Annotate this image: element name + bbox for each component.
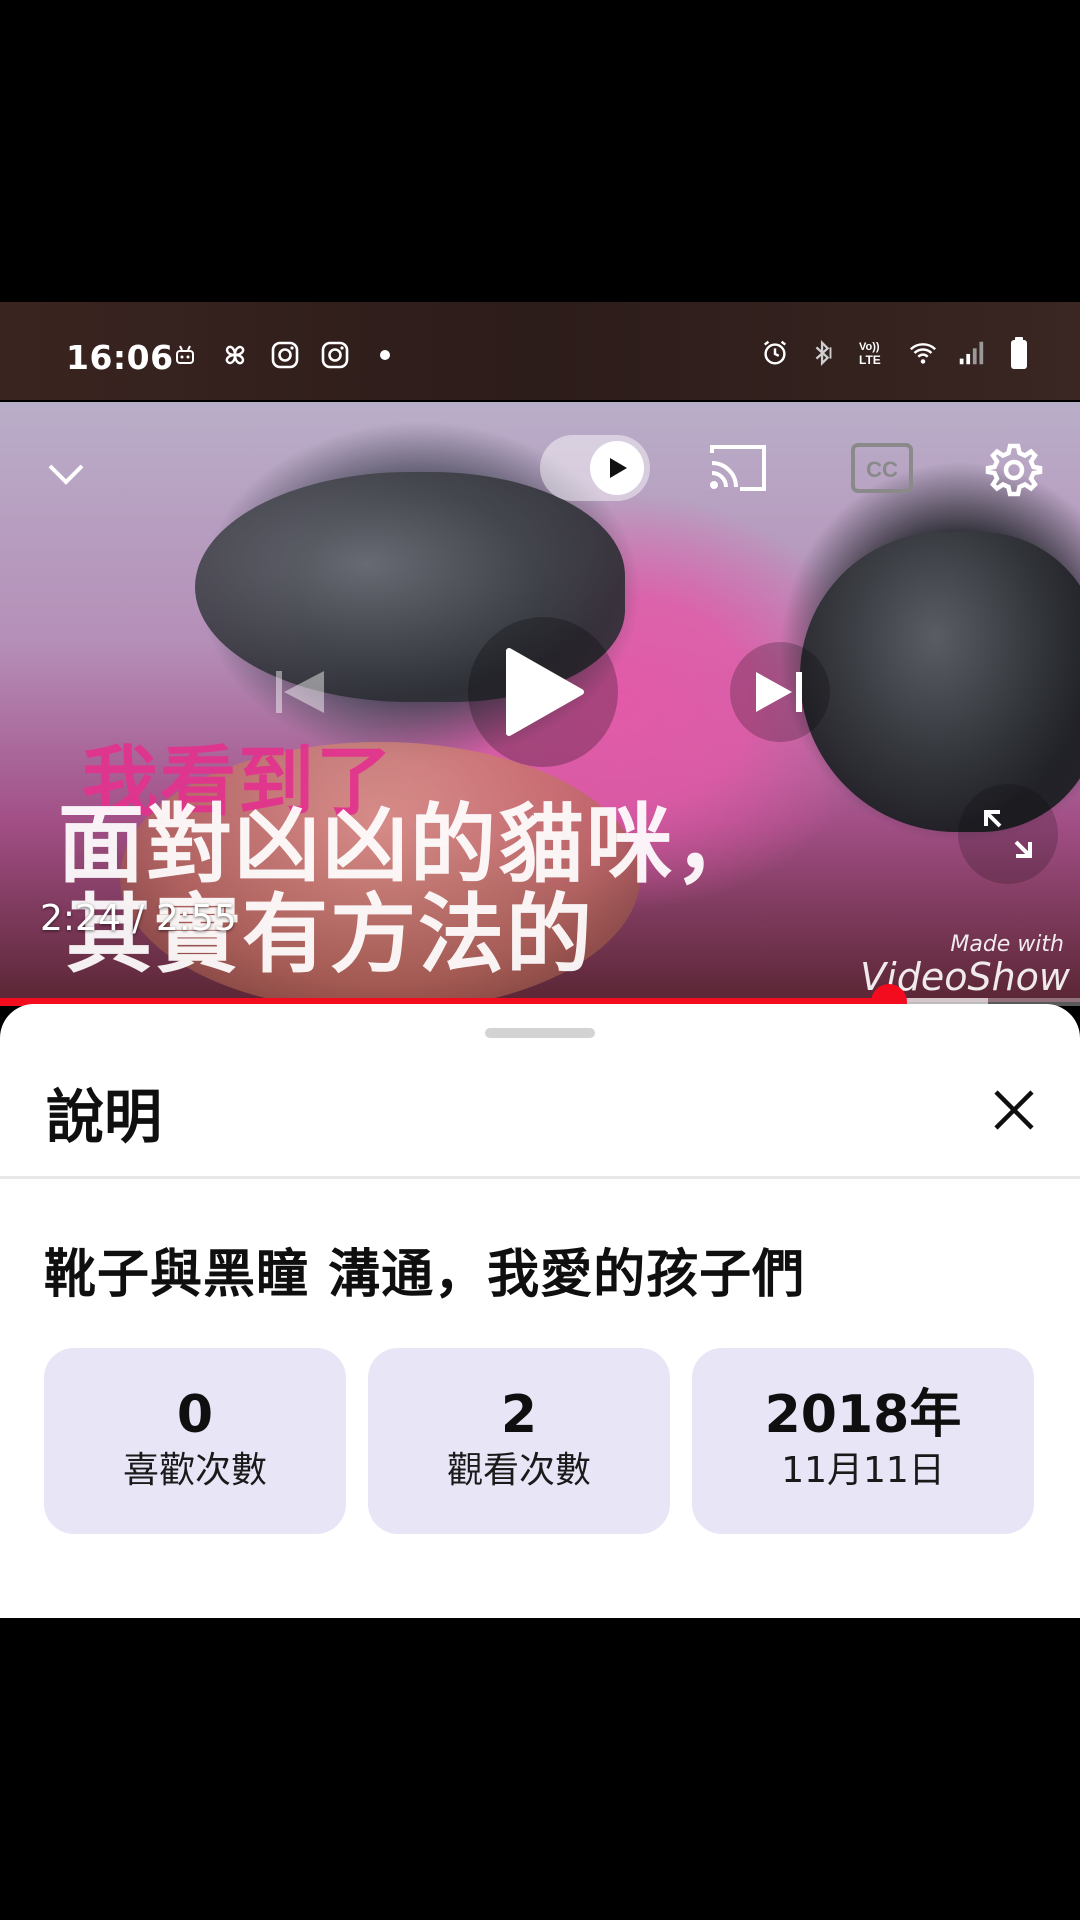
captions-button[interactable]: CC [850, 440, 914, 496]
stats-row: 0 喜歡次數 2 觀看次數 2018年 11月11日 [44, 1348, 1036, 1534]
fullscreen-icon [984, 810, 1032, 858]
close-icon [994, 1090, 1034, 1130]
svg-text:Vo)): Vo)) [859, 341, 880, 353]
alarm-icon [760, 338, 790, 368]
status-time: 16:06 [66, 338, 174, 377]
likes-count: 0 [176, 1385, 214, 1445]
sheet-divider [0, 1176, 1080, 1179]
svg-text:LTE: LTE [859, 353, 881, 367]
dot-icon [370, 340, 400, 370]
autoplay-knob [590, 441, 644, 495]
fullscreen-button[interactable] [958, 784, 1058, 884]
views-stat: 2 觀看次數 [368, 1348, 670, 1534]
cast-button[interactable] [700, 438, 776, 498]
publish-year: 2018年 [764, 1385, 962, 1445]
android-debug-icon [170, 340, 200, 370]
wifi-icon [908, 338, 938, 368]
status-bar: 16:06 Vo)) LTE [0, 302, 1080, 400]
notification-icons [170, 340, 400, 370]
instagram-icon [320, 340, 350, 370]
video-title: 靴子與黑瞳 溝通，我愛的孩子們 [44, 1245, 806, 1305]
phone-screen: 16:06 Vo)) LTE 我看到了 面對凶凶的貓咪， 其實有方法的 Made… [0, 302, 1080, 1618]
play-button[interactable] [468, 617, 618, 767]
previous-button[interactable] [250, 642, 350, 742]
chevron-down-icon [48, 464, 84, 485]
likes-stat: 0 喜歡次數 [44, 1348, 346, 1534]
skip-previous-icon [276, 671, 324, 713]
sheet-title: 說明 [46, 1083, 163, 1151]
description-sheet: 說明 靴子與黑瞳 溝通，我愛的孩子們 0 喜歡次數 2 觀看次數 2018年 1… [0, 1004, 1080, 1618]
play-icon [610, 458, 627, 478]
views-count: 2 [500, 1385, 538, 1445]
autoplay-toggle[interactable] [540, 435, 650, 501]
signal-icon [956, 338, 986, 368]
skip-next-icon [756, 672, 802, 712]
gear-icon [985, 443, 1043, 497]
views-label: 觀看次數 [446, 1450, 591, 1491]
battery-icon [1004, 337, 1034, 369]
volte-icon: Vo)) LTE [856, 338, 890, 368]
video-player[interactable]: 我看到了 面對凶凶的貓咪， 其實有方法的 Made with VideoShow… [0, 402, 1080, 1002]
system-icons: Vo)) LTE [760, 337, 1034, 369]
instagram-icon [270, 340, 300, 370]
captions-label: CC [866, 457, 898, 482]
publish-date-stat: 2018年 11月11日 [692, 1348, 1034, 1534]
sheet-drag-handle[interactable] [485, 1028, 595, 1038]
likes-label: 喜歡次數 [122, 1450, 267, 1491]
play-icon [506, 648, 584, 736]
minimize-button[interactable] [36, 444, 96, 504]
pinwheel-icon [220, 340, 250, 370]
publish-month-day: 11月11日 [781, 1450, 945, 1491]
cast-icon [710, 445, 766, 491]
settings-button[interactable] [982, 438, 1046, 502]
next-button[interactable] [730, 642, 830, 742]
bluetooth-icon [808, 338, 838, 368]
close-button[interactable] [984, 1080, 1044, 1140]
video-timecode: 2:24 / 2:55 [40, 898, 237, 939]
video-frame-cat-right [800, 532, 1080, 832]
